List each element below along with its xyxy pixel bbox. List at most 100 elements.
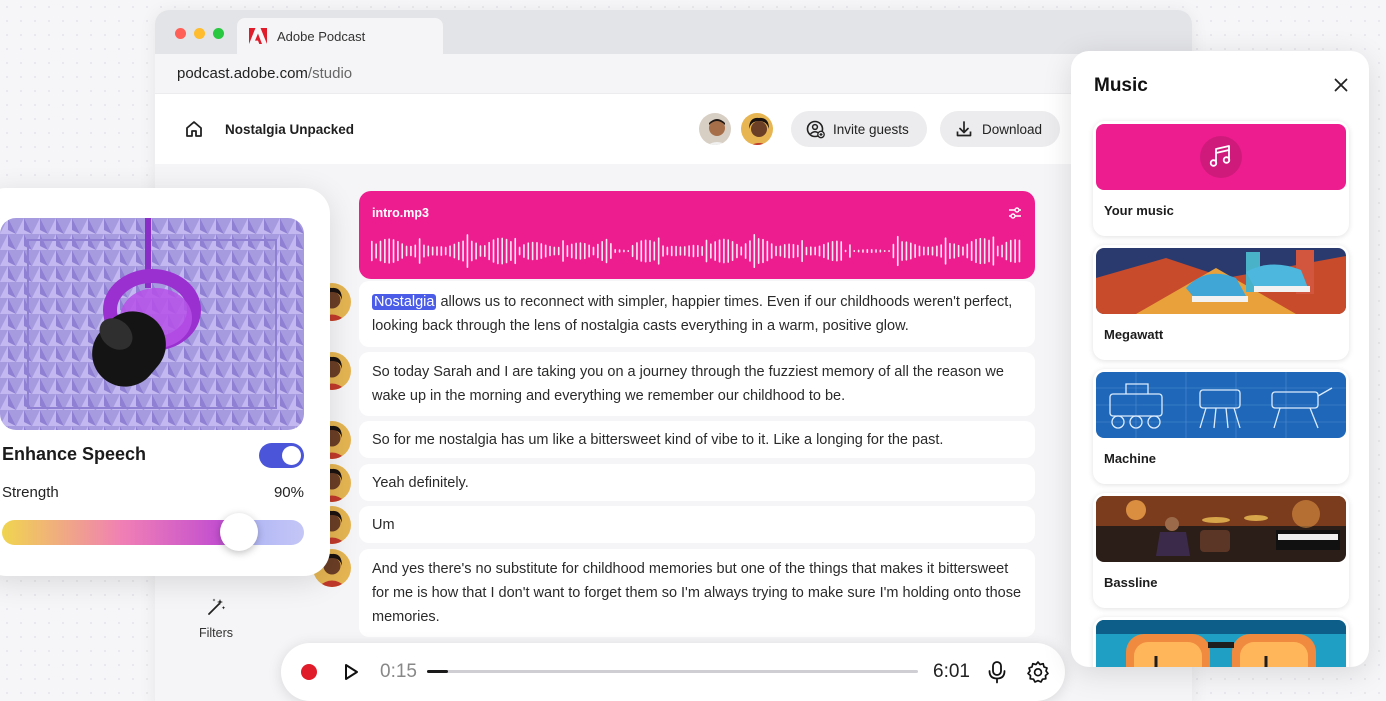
enhance-toggle[interactable] bbox=[259, 443, 304, 468]
waveform-bar bbox=[562, 240, 564, 262]
waveform-bar bbox=[501, 237, 503, 265]
address-bar[interactable]: podcast.adobe.com/studio bbox=[155, 54, 1192, 94]
waveform-bar bbox=[1014, 239, 1016, 263]
waveform-bar bbox=[518, 246, 521, 256]
waveform-bar bbox=[870, 248, 873, 254]
transcript-turn[interactable]: Nostalgia allows us to reconnect with si… bbox=[359, 281, 1035, 347]
music-track[interactable] bbox=[1093, 617, 1349, 667]
waveform-bar bbox=[757, 238, 760, 264]
waveform-bar bbox=[1018, 239, 1021, 263]
waveform-bar bbox=[979, 237, 982, 265]
avatar[interactable] bbox=[697, 111, 733, 147]
microphone-icon[interactable] bbox=[986, 660, 1008, 684]
waveform-bar bbox=[510, 240, 512, 262]
waveform-bar bbox=[853, 250, 856, 252]
play-icon[interactable] bbox=[341, 662, 361, 682]
waveform-bar bbox=[827, 242, 829, 260]
transcript-text: So for me nostalgia has um like a bitter… bbox=[372, 431, 944, 448]
waveform-bar bbox=[936, 245, 938, 257]
waveform-bar bbox=[753, 234, 756, 268]
highlighted-word[interactable]: Nostalgia bbox=[372, 294, 437, 310]
waveform-bar bbox=[623, 249, 625, 253]
filters-button[interactable]: Filters bbox=[190, 596, 242, 640]
home-icon[interactable] bbox=[183, 118, 205, 140]
waveform-bar bbox=[597, 243, 599, 259]
transcript-turn[interactable]: So for me nostalgia has um like a bitter… bbox=[359, 421, 1035, 458]
transcript-text: Nostalgia allows us to reconnect with si… bbox=[372, 290, 1022, 338]
music-track-machine[interactable]: Machine bbox=[1093, 369, 1349, 484]
transcript-turn[interactable]: Um bbox=[359, 506, 1035, 543]
download-icon bbox=[956, 121, 972, 137]
waveform-bar bbox=[975, 238, 977, 264]
seek-bar[interactable] bbox=[427, 670, 918, 673]
waveform-bar bbox=[423, 244, 425, 258]
participants bbox=[697, 111, 775, 147]
seek-progress bbox=[427, 670, 448, 673]
waveform-bar bbox=[414, 244, 417, 258]
waveform-bar bbox=[410, 245, 412, 257]
music-track-your-music[interactable]: Your music bbox=[1093, 121, 1349, 236]
strength-slider[interactable] bbox=[2, 520, 304, 545]
waveform-bar bbox=[905, 241, 908, 261]
waveform-bar bbox=[397, 240, 399, 262]
waveform-bar bbox=[544, 244, 547, 258]
waveform-bar bbox=[636, 242, 638, 260]
waveform-bar bbox=[479, 245, 482, 257]
waveform-bar bbox=[927, 246, 929, 256]
waveform-bar bbox=[579, 242, 582, 260]
waveform-bar bbox=[675, 245, 677, 257]
waveform-bar bbox=[923, 246, 925, 256]
sliders-icon[interactable] bbox=[1007, 205, 1023, 221]
minimize-window-button[interactable] bbox=[194, 28, 205, 39]
waveform-bar bbox=[640, 240, 643, 262]
avatar[interactable] bbox=[739, 111, 775, 147]
waveform-bar bbox=[949, 242, 951, 260]
waveform-bar bbox=[405, 245, 408, 257]
download-button[interactable]: Download bbox=[940, 111, 1061, 147]
invite-guests-button[interactable]: Invite guests bbox=[791, 111, 927, 147]
music-track-megawatt[interactable]: Megawatt bbox=[1093, 245, 1349, 360]
waveform-bar bbox=[779, 245, 782, 257]
app-header: Nostalgia Unpacked Invite guests Downloa… bbox=[155, 94, 1192, 164]
waveform-bar bbox=[657, 237, 660, 265]
waveform-bar bbox=[488, 241, 490, 261]
music-track-label: Bassline bbox=[1104, 575, 1158, 590]
transcript-text: And yes there's no substitute for childh… bbox=[372, 561, 1022, 625]
waveform-bar bbox=[527, 242, 530, 260]
strength-slider-handle[interactable] bbox=[220, 513, 258, 551]
waveform-bar bbox=[810, 246, 812, 256]
music-track-bassline[interactable]: Bassline bbox=[1093, 493, 1349, 608]
waveform-bar bbox=[844, 249, 847, 253]
waveform-bar bbox=[492, 239, 495, 263]
waveform-bar bbox=[653, 241, 656, 261]
audio-clip[interactable]: intro.mp3 bbox=[359, 191, 1035, 279]
transcript-turn[interactable]: Yeah definitely. bbox=[359, 464, 1035, 501]
close-icon[interactable] bbox=[1334, 78, 1348, 92]
waveform-bar bbox=[766, 240, 769, 262]
waveform-bar bbox=[644, 239, 647, 263]
transcript-turn[interactable]: And yes there's no substitute for childh… bbox=[359, 549, 1035, 637]
maximize-window-button[interactable] bbox=[213, 28, 224, 39]
transcript-turn[interactable]: So today Sarah and I are taking you on a… bbox=[359, 352, 1035, 416]
waveform-bar bbox=[688, 245, 690, 257]
waveform-bar bbox=[575, 242, 577, 260]
waveform-bar bbox=[840, 241, 843, 261]
browser-tab[interactable]: Adobe Podcast bbox=[237, 18, 443, 54]
waveform-bar bbox=[531, 241, 534, 261]
waveform-bar bbox=[770, 243, 773, 259]
waveform-bar bbox=[931, 246, 934, 256]
browser-tab-bar: Adobe Podcast bbox=[155, 10, 1192, 54]
waveform-bar bbox=[662, 245, 664, 257]
waveform-bar bbox=[801, 239, 803, 263]
record-button[interactable] bbox=[301, 664, 317, 680]
waveform[interactable] bbox=[371, 231, 1023, 271]
enhance-speech-panel: Enhance Speech Strength 90% bbox=[0, 188, 330, 576]
close-window-button[interactable] bbox=[175, 28, 186, 39]
waveform-bar bbox=[957, 244, 960, 258]
waveform-bar bbox=[605, 238, 608, 264]
waveform-bar bbox=[549, 245, 551, 257]
waveform-bar bbox=[514, 237, 517, 265]
waveform-bar bbox=[805, 246, 808, 256]
enhance-title: Enhance Speech bbox=[2, 444, 147, 464]
gear-icon[interactable] bbox=[1026, 660, 1050, 684]
